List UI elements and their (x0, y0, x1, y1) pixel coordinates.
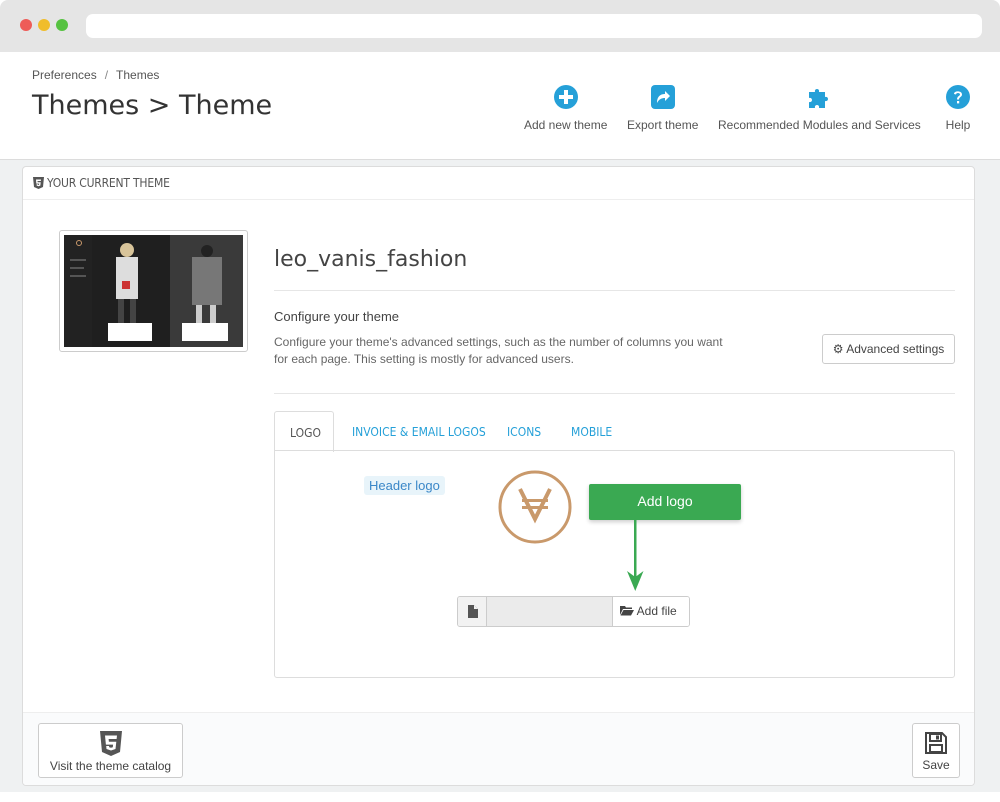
add-file-label: Add file (636, 604, 677, 618)
current-theme-panel: YOUR CURRENT THEME leo_vanis_fashion Con… (22, 166, 975, 786)
html5-icon (99, 731, 122, 756)
save-disk-icon (925, 732, 947, 754)
breadcrumb-item-preferences[interactable]: Preferences (32, 68, 97, 82)
share-icon (650, 85, 675, 109)
theme-preview-thumbnail (59, 230, 248, 352)
add-new-theme-button[interactable]: Add new theme (524, 84, 607, 132)
add-logo-callout: Add logo (589, 484, 741, 520)
visit-theme-catalog-label: Visit the theme catalog (49, 759, 172, 773)
theme-preview-image (64, 235, 243, 347)
question-circle-icon (946, 85, 970, 109)
plus-circle-icon (553, 85, 578, 109)
visit-theme-catalog-button[interactable]: Visit the theme catalog (38, 723, 183, 778)
help-label: Help (945, 118, 971, 132)
header-logo-label: Header logo (364, 476, 445, 495)
address-bar[interactable] (86, 14, 982, 38)
arrow-down-icon (627, 519, 644, 591)
configure-theme-title: Configure your theme (274, 309, 400, 324)
breadcrumb-item-themes[interactable]: Themes (116, 68, 159, 82)
save-button[interactable]: Save (912, 723, 960, 778)
tab-invoice-email-logos[interactable]: INVOICE & EMAIL LOGOS (352, 411, 486, 451)
divider (274, 393, 955, 394)
logo-file-upload: Add file (457, 596, 690, 627)
maximize-window-dot[interactable] (56, 19, 68, 31)
advanced-settings-label: Advanced settings (846, 342, 945, 356)
file-name-input[interactable] (487, 597, 612, 626)
export-theme-button[interactable]: Export theme (627, 84, 698, 132)
admin-page: Preferences / Themes Themes > Theme Add ne… (0, 52, 1000, 792)
logo-tab-pane: Header logo Add logo Add file (274, 450, 955, 678)
export-theme-label: Export theme (627, 118, 699, 132)
tab-mobile[interactable]: MOBILE (571, 411, 612, 451)
help-button[interactable]: Help (945, 84, 971, 132)
shop-logo-icon (498, 470, 572, 544)
folder-open-icon (620, 606, 634, 616)
breadcrumb: Preferences / Themes (32, 68, 159, 82)
recommended-modules-label: Recommended Modules and Services (718, 118, 921, 132)
advanced-settings-button[interactable]: ⚙ Advanced settings (822, 334, 955, 364)
browser-chrome (0, 0, 1000, 52)
minimize-window-dot[interactable] (38, 19, 50, 31)
save-label: Save (922, 758, 950, 772)
configure-theme-description: Configure your theme's advanced settings… (274, 335, 723, 366)
html5-icon (33, 177, 44, 189)
divider (274, 290, 955, 291)
puzzle-icon (809, 89, 829, 108)
gear-icon: ⚙ (832, 342, 844, 356)
panel-heading-text: YOUR CURRENT THEME (47, 176, 170, 190)
theme-name: leo_vanis_fashion (274, 247, 468, 272)
browser-window: Preferences / Themes Themes > Theme Add ne… (0, 0, 1000, 792)
page-title: Themes > Theme (32, 90, 273, 121)
add-file-button[interactable]: Add file (612, 597, 689, 626)
add-new-theme-label: Add new theme (524, 118, 608, 132)
tab-icons[interactable]: ICONS (507, 411, 541, 451)
breadcrumb-separator: / (104, 68, 109, 82)
file-icon (458, 597, 487, 626)
panel-heading: YOUR CURRENT THEME (23, 167, 974, 200)
recommended-modules-button[interactable]: Recommended Modules and Services (718, 84, 921, 132)
tab-logo[interactable]: LOGO (274, 411, 334, 452)
close-window-dot[interactable] (20, 19, 32, 31)
page-header: Preferences / Themes Themes > Theme Add ne… (0, 52, 1000, 160)
panel-footer: Visit the theme catalog Save (23, 712, 974, 785)
